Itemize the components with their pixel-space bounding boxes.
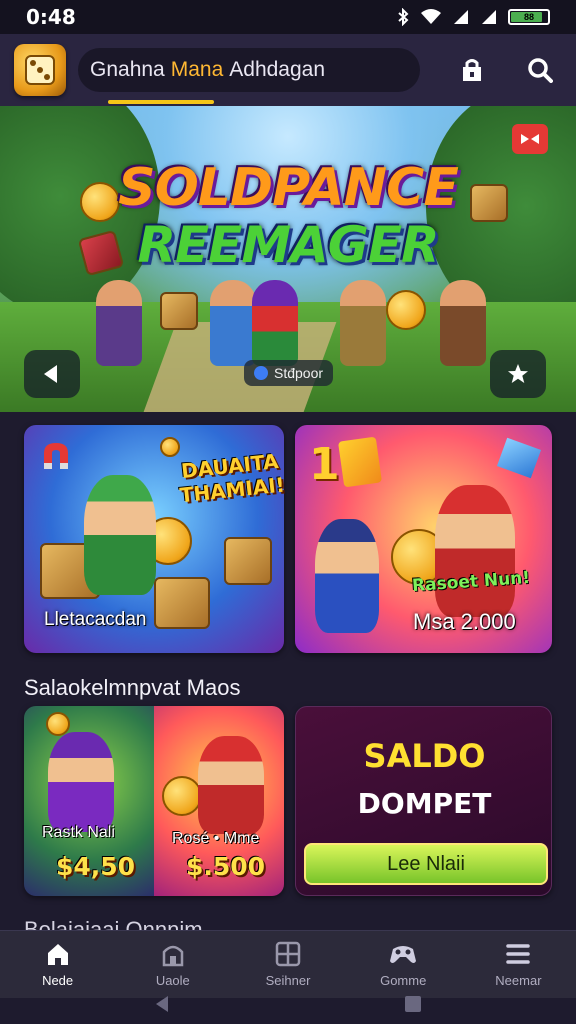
search-text-b: Adhdagan: [229, 58, 326, 81]
deal-card[interactable]: Rastk Nali $4,50 Rosé • Mme $.500: [24, 706, 284, 896]
hero-favorite-button[interactable]: [490, 350, 546, 398]
deal-item-a-name: Rastk Nali: [42, 824, 115, 841]
battery-icon: 88: [508, 9, 550, 25]
wifi-icon: [421, 9, 441, 24]
character-illustration: [252, 280, 298, 366]
shop-icon: [463, 59, 481, 81]
character-illustration: [315, 519, 379, 633]
chip-dot-icon: [254, 366, 268, 380]
coin-illustration: [46, 712, 70, 736]
character-illustration: [440, 280, 486, 366]
deal-item-a-price: $4,50: [56, 852, 136, 881]
active-tab-indicator: [108, 100, 214, 104]
search-button[interactable]: [518, 48, 562, 92]
play-left-icon: [44, 365, 57, 383]
dice-logo-icon: [25, 55, 55, 85]
wallet-cta-button[interactable]: Lee Nlaii: [304, 843, 548, 885]
search-input[interactable]: Gnahna Mana Adhdagan: [78, 48, 420, 92]
number-one-graphic: 1: [309, 439, 340, 490]
promo-card-2[interactable]: 1 Msa 2.000: [295, 425, 552, 653]
hero-chip-label: Stđpoor: [274, 365, 324, 381]
battery-level: 88: [523, 12, 534, 22]
wallet-balance-card[interactable]: SALDO DOMPET Lee Nlaii: [295, 706, 552, 896]
home-icon: [47, 944, 68, 965]
hero-badge[interactable]: [512, 124, 548, 154]
coin-illustration: [386, 290, 426, 330]
magnet-icon: [44, 443, 68, 469]
status-bar: 0:48 88: [0, 0, 576, 34]
status-time: 0:48: [26, 5, 76, 29]
ticket-illustration: [337, 436, 383, 488]
menu-icon: [506, 944, 531, 964]
promo-card-1-caption: Lletacacdan: [44, 609, 147, 630]
search-icon: [528, 58, 553, 83]
gem-illustration: [496, 437, 542, 479]
hero-chip[interactable]: Stđpoor: [244, 360, 334, 386]
crate-illustration: [154, 577, 210, 629]
back-icon[interactable]: [153, 994, 173, 1014]
signal-icon-2: [482, 10, 496, 24]
hero-title-line1: SOLDPANCE: [118, 158, 459, 218]
gamepad-icon: [390, 946, 417, 963]
deal-item-b-name: Rosé • Mme: [172, 830, 260, 847]
character-illustration: [96, 280, 142, 366]
search-text-a: Gnahna: [90, 58, 165, 81]
crate-illustration: [224, 537, 272, 585]
promo-card-2-caption: Msa 2.000: [413, 609, 516, 634]
signal-icon: [454, 10, 468, 24]
wallet-title-line1: SALDO: [363, 737, 486, 775]
app-logo[interactable]: [14, 44, 66, 96]
section-heading: Salaokelmnpvat Maos: [24, 675, 241, 700]
coin-illustration: [160, 437, 180, 457]
search-text-highlight: Mana: [170, 58, 224, 81]
hero-title-line2: REEMAGER: [137, 216, 440, 274]
recents-icon[interactable]: [403, 994, 423, 1014]
hero-prev-button[interactable]: [24, 350, 80, 398]
deal-item-b-price: $.500: [186, 852, 266, 881]
bluetooth-icon: [398, 8, 409, 26]
deal-item-b[interactable]: Rosé • Mme $.500: [154, 706, 284, 896]
status-icons: 88: [396, 8, 550, 26]
grid-icon: [275, 941, 301, 967]
character-illustration: [210, 280, 256, 366]
coin-illustration: [162, 776, 202, 816]
wallet-title-line2: DOMPET: [357, 787, 492, 820]
star-icon: [508, 364, 528, 383]
swap-icon: [521, 134, 539, 144]
character-illustration: [340, 280, 386, 366]
character-illustration: [84, 475, 156, 595]
deal-item-a[interactable]: Rastk Nali $4,50: [24, 706, 154, 896]
crate-illustration: [160, 292, 198, 330]
character-illustration: [48, 732, 114, 832]
character-illustration: [435, 485, 515, 617]
store-button[interactable]: [450, 48, 494, 92]
next-section-heading: Bolaiaiaai Onnnim: [24, 917, 203, 930]
system-nav-bar: [0, 984, 576, 1024]
character-illustration: [198, 736, 264, 834]
store-icon: [162, 945, 184, 967]
